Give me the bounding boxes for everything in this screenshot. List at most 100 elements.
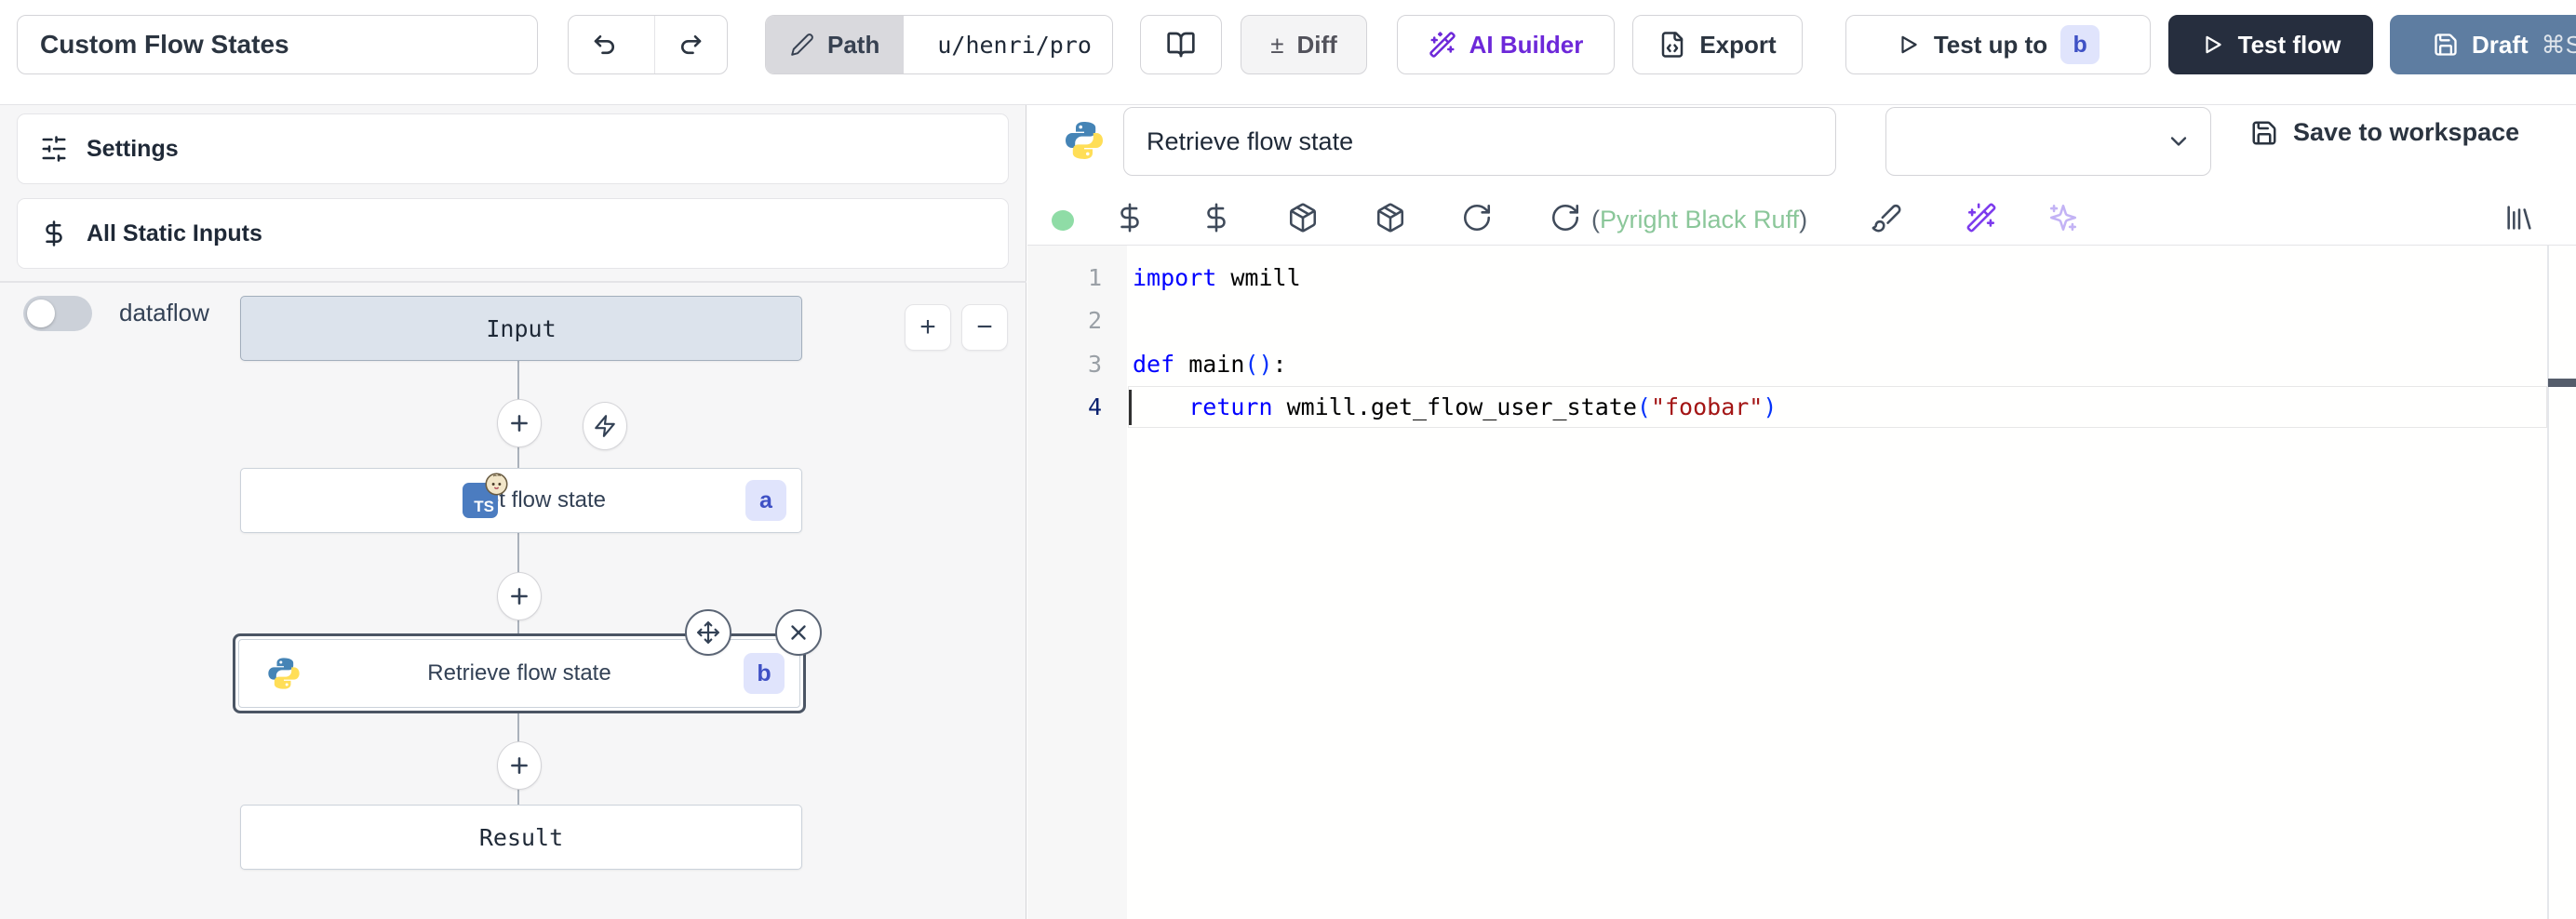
diff-label: Diff [1296,31,1336,60]
bun-emoji-icon [484,472,509,497]
top-toolbar: Custom Flow States Path u/henri/pro ± Di… [0,0,2576,105]
insert-step-button-1[interactable] [497,399,542,447]
close-icon [786,620,811,645]
variable-picker-icon[interactable] [1114,202,1146,233]
settings-card[interactable]: Settings [17,113,1009,184]
undo-icon [591,31,619,59]
flow-name-input[interactable]: Custom Flow States [17,15,538,74]
code-token: "foobar" [1651,393,1763,420]
reload-icon[interactable] [1461,202,1493,233]
move-step-button[interactable] [685,609,731,656]
step-b-badge: b [744,653,785,694]
zoom-in-glyph: + [919,312,936,343]
code-token [1133,393,1188,420]
flow-node-input[interactable]: Input [240,296,802,361]
undo-redo-group [568,15,728,74]
flow-name-text: Custom Flow States [40,30,289,60]
settings-label: Settings [87,136,179,163]
move-icon [696,620,720,645]
step-inspector-panel: Save to workspace (Pyright Black Ruff) 1… [1027,105,2576,919]
export-button[interactable]: Export [1632,15,1803,74]
draft-shortcut: ⌘S [2542,31,2576,60]
path-value[interactable]: u/henri/pro [917,16,1112,73]
text-cursor [1129,390,1132,425]
save-to-workspace-button[interactable]: Save to workspace [2250,118,2519,147]
code-assistants-status: (Pyright Black Ruff) [1591,206,1807,234]
python-icon [265,655,302,692]
save-icon [2433,32,2459,58]
static-inputs-label: All Static Inputs [87,220,262,247]
flow-node-result[interactable]: Result [240,805,802,870]
export-label: Export [1699,31,1776,60]
insert-step-button-2[interactable] [497,572,542,620]
package-icon[interactable] [1287,202,1319,233]
code-token: ) [1763,393,1777,420]
test-flow-label: Test flow [2238,31,2341,60]
sidebar-divider [0,281,1026,283]
docs-button[interactable] [1140,15,1222,74]
code-token: return [1188,393,1272,420]
redo-button[interactable] [654,16,727,73]
sliders-icon [40,135,68,163]
play-icon [2201,33,2225,57]
code-line[interactable]: return wmill.get_flow_user_state("foobar… [1133,386,1777,429]
library-icon[interactable] [2503,202,2535,233]
status-dot [1052,210,1074,231]
wand-sparkles-icon [1429,31,1456,59]
plus-icon [507,411,531,435]
package-reload-icon[interactable] [1375,202,1406,233]
pencil-icon [790,33,814,57]
assistants-paren-close: ) [1799,206,1807,233]
diff-button[interactable]: ± Diff [1241,15,1367,74]
bolt-icon [593,414,617,438]
chevron-down-icon [2166,128,2192,154]
code-token: import [1133,264,1216,291]
save-icon [2250,119,2278,147]
step-a-badge: a [745,480,786,521]
dataflow-toggle[interactable] [23,296,92,331]
editor-gutter: 1234 [1027,246,1127,919]
path-control[interactable]: Path u/henri/pro [765,15,1113,74]
play-icon [1897,33,1921,57]
all-static-inputs-card[interactable]: All Static Inputs [17,198,1009,269]
dataflow-label: dataflow [119,299,209,327]
line-number: 3 [1027,343,1102,386]
typescript-bun-icon: TS [463,483,498,518]
path-edit-segment[interactable]: Path [766,16,904,73]
format-brush-icon[interactable] [1871,202,1902,233]
ts-icon-text: TS [474,498,494,516]
ai-builder-label: AI Builder [1469,31,1584,60]
code-editor[interactable]: 1234 import wmilldef main(): return wmil… [1027,245,2576,919]
graph-zoom-in-button[interactable]: + [905,304,951,351]
zoom-out-glyph: − [976,312,993,343]
assistants-paren-open: ( [1591,206,1600,233]
code-token: ( [1637,393,1651,420]
book-open-icon [1166,30,1196,60]
ai-fix-wand-icon[interactable] [1966,202,1997,233]
flow-node-set-flow-state[interactable]: TS Set flow state a [240,468,802,533]
resource-picker-icon[interactable] [1201,202,1232,233]
step-name-input[interactable] [1123,107,1836,176]
code-line[interactable]: import wmill [1133,257,1301,300]
code-line[interactable]: def main(): [1133,343,1287,386]
flow-sidebar: Settings All Static Inputs dataflow + − … [0,105,1026,919]
test-flow-button[interactable]: Test flow [2168,15,2373,74]
reload-assistants-icon[interactable] [1550,202,1581,233]
undo-button[interactable] [569,16,641,73]
code-token: wmill.get_flow_user_state [1273,393,1637,420]
save-draft-button[interactable]: Draft ⌘S [2390,15,2576,74]
test-up-to-button[interactable]: Test up to b [1845,15,2151,74]
trigger-button[interactable] [583,402,627,450]
step-badge-b: b [2060,25,2100,64]
ai-gen-sparkles-icon[interactable] [2047,202,2079,233]
insert-step-button-3[interactable] [497,741,542,790]
graph-zoom-out-button[interactable]: − [961,304,1008,351]
plus-icon [507,584,531,608]
code-token: wmill [1216,264,1300,291]
code-token: main [1174,351,1244,378]
ai-builder-button[interactable]: AI Builder [1397,15,1615,74]
worker-tag-select[interactable] [1885,107,2211,176]
code-token: def [1133,351,1174,378]
code-token: : [1273,351,1287,378]
delete-step-button[interactable] [775,609,822,656]
